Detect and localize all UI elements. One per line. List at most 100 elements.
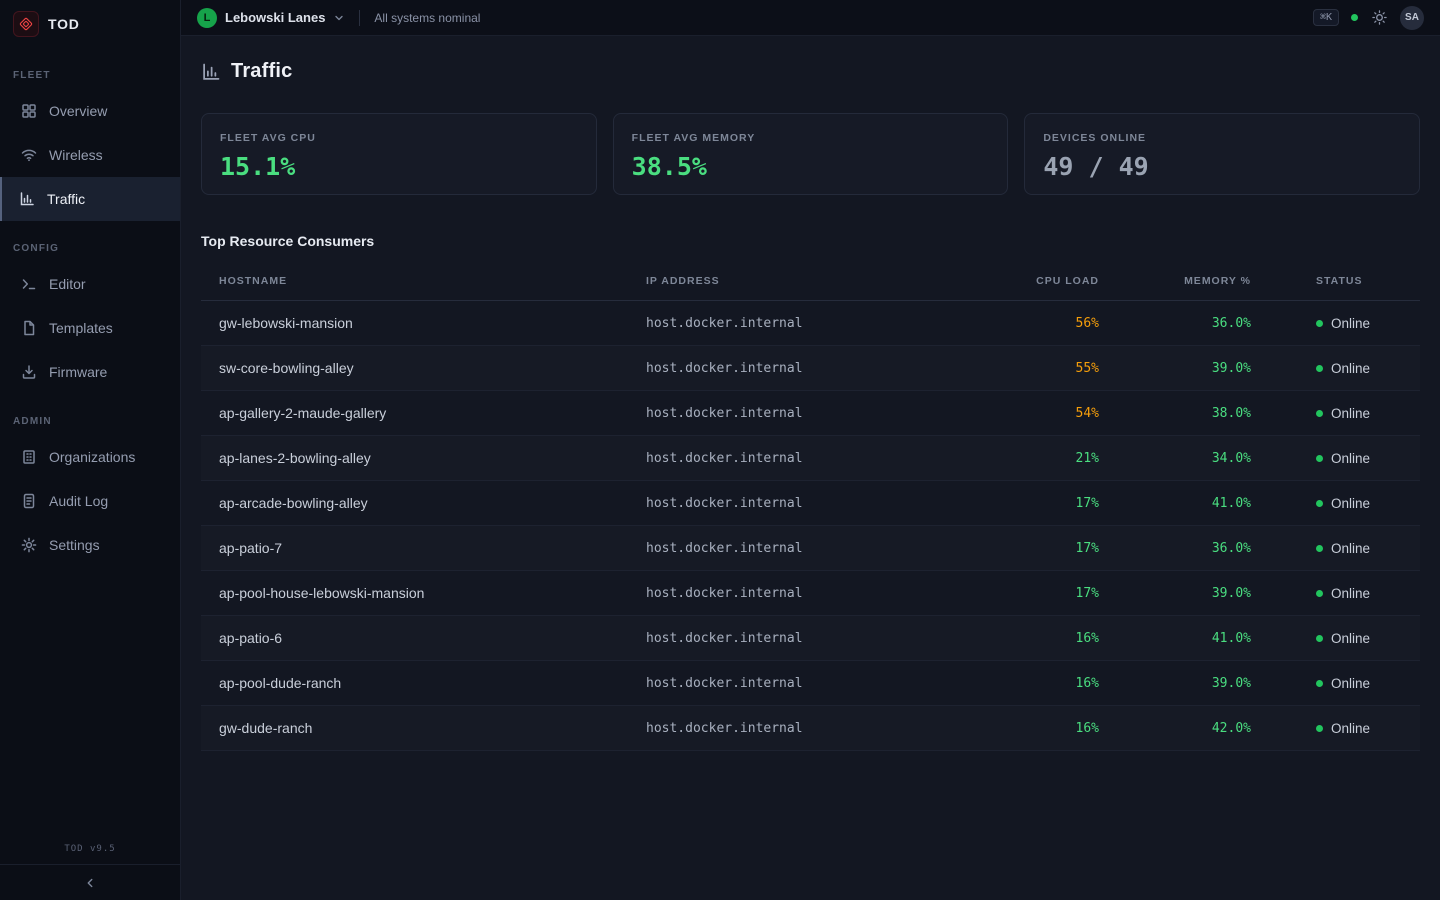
- hostname-cell: ap-gallery-2-maude-gallery: [201, 405, 646, 421]
- table-row[interactable]: ap-gallery-2-maude-gallery host.docker.i…: [201, 391, 1420, 436]
- sidebar-nav: FLEET Overview Wireless: [0, 48, 180, 900]
- status-cell: Online: [1251, 631, 1420, 646]
- memory-cell: 39.0%: [1099, 676, 1251, 691]
- status-cell: Online: [1251, 676, 1420, 691]
- column-header-cpu: CPU LOAD: [959, 275, 1099, 287]
- health-dot: [1351, 14, 1358, 21]
- nav-section-fleet: FLEET: [0, 70, 180, 81]
- hostname-cell: ap-pool-house-lebowski-mansion: [201, 585, 646, 601]
- stat-label: DEVICES ONLINE: [1043, 132, 1401, 144]
- main-area: L Lebowski Lanes All systems nominal ⌘K: [180, 0, 1440, 900]
- app-logo[interactable]: TOD: [0, 0, 180, 48]
- file-icon: [20, 320, 37, 337]
- column-header-hostname: HOSTNAME: [201, 275, 646, 287]
- gear-icon: [20, 537, 37, 554]
- cpu-load-cell: 21%: [959, 451, 1099, 466]
- hostname-cell: gw-lebowski-mansion: [201, 315, 646, 331]
- status-label: Online: [1331, 451, 1370, 466]
- sidebar-item-settings[interactable]: Settings: [0, 523, 180, 567]
- online-dot: [1316, 365, 1323, 372]
- ip-address-cell: host.docker.internal: [646, 451, 959, 466]
- chevron-down-icon: [333, 12, 345, 24]
- table-row[interactable]: ap-patio-7 host.docker.internal 17% 36.0…: [201, 526, 1420, 571]
- resource-table: HOSTNAME IP ADDRESS CPU LOAD MEMORY % ST…: [201, 261, 1420, 751]
- online-dot: [1316, 320, 1323, 327]
- sidebar-item-label: Traffic: [47, 191, 85, 207]
- sidebar-item-label: Organizations: [49, 449, 135, 465]
- ip-address-cell: host.docker.internal: [646, 676, 959, 691]
- top-header: L Lebowski Lanes All systems nominal ⌘K: [181, 0, 1440, 36]
- online-dot: [1316, 545, 1323, 552]
- cpu-load-cell: 16%: [959, 676, 1099, 691]
- online-dot: [1316, 590, 1323, 597]
- status-label: Online: [1331, 721, 1370, 736]
- status-cell: Online: [1251, 721, 1420, 736]
- table-row[interactable]: ap-arcade-bowling-alley host.docker.inte…: [201, 481, 1420, 526]
- table-body: gw-lebowski-mansion host.docker.internal…: [201, 301, 1420, 751]
- ip-address-cell: host.docker.internal: [646, 406, 959, 421]
- cpu-load-cell: 56%: [959, 316, 1099, 331]
- header-divider: [359, 10, 360, 26]
- table-row[interactable]: ap-lanes-2-bowling-alley host.docker.int…: [201, 436, 1420, 481]
- org-switcher[interactable]: L Lebowski Lanes: [197, 8, 345, 28]
- command-palette-shortcut[interactable]: ⌘K: [1313, 9, 1339, 26]
- sidebar-item-overview[interactable]: Overview: [0, 89, 180, 133]
- app-version: TOD v9.5: [0, 844, 180, 854]
- status-cell: Online: [1251, 451, 1420, 466]
- stat-value: 38.5%: [632, 152, 990, 181]
- column-header-ip: IP ADDRESS: [646, 275, 959, 287]
- cpu-load-cell: 17%: [959, 586, 1099, 601]
- sidebar-item-wireless[interactable]: Wireless: [0, 133, 180, 177]
- app-logo-icon: [13, 11, 39, 37]
- system-status-text: All systems nominal: [374, 11, 480, 25]
- sidebar-item-audit-log[interactable]: Audit Log: [0, 479, 180, 523]
- user-avatar[interactable]: SA: [1400, 6, 1424, 30]
- sun-icon: [1372, 10, 1387, 25]
- cpu-load-cell: 16%: [959, 721, 1099, 736]
- table-row[interactable]: ap-pool-house-lebowski-mansion host.dock…: [201, 571, 1420, 616]
- stat-card-cpu: FLEET AVG CPU 15.1%: [201, 113, 597, 195]
- app-name: TOD: [48, 16, 80, 32]
- status-label: Online: [1331, 406, 1370, 421]
- status-cell: Online: [1251, 361, 1420, 376]
- table-row[interactable]: sw-core-bowling-alley host.docker.intern…: [201, 346, 1420, 391]
- page-content: Traffic FLEET AVG CPU 15.1% FLEET AVG ME…: [181, 36, 1440, 900]
- memory-cell: 39.0%: [1099, 361, 1251, 376]
- ip-address-cell: host.docker.internal: [646, 541, 959, 556]
- sidebar-item-traffic[interactable]: Traffic: [0, 177, 180, 221]
- status-cell: Online: [1251, 541, 1420, 556]
- memory-cell: 36.0%: [1099, 316, 1251, 331]
- table-row[interactable]: ap-patio-6 host.docker.internal 16% 41.0…: [201, 616, 1420, 661]
- sidebar-collapse-button[interactable]: [0, 864, 180, 900]
- table-row[interactable]: gw-lebowski-mansion host.docker.internal…: [201, 301, 1420, 346]
- memory-cell: 41.0%: [1099, 631, 1251, 646]
- hostname-cell: ap-patio-6: [201, 630, 646, 646]
- status-label: Online: [1331, 676, 1370, 691]
- table-header: HOSTNAME IP ADDRESS CPU LOAD MEMORY % ST…: [201, 261, 1420, 301]
- sidebar-item-firmware[interactable]: Firmware: [0, 350, 180, 394]
- ip-address-cell: host.docker.internal: [646, 586, 959, 601]
- org-badge: L: [197, 8, 217, 28]
- status-cell: Online: [1251, 316, 1420, 331]
- table-row[interactable]: gw-dude-ranch host.docker.internal 16% 4…: [201, 706, 1420, 751]
- status-cell: Online: [1251, 406, 1420, 421]
- hostname-cell: ap-pool-dude-ranch: [201, 675, 646, 691]
- online-dot: [1316, 680, 1323, 687]
- cpu-load-cell: 55%: [959, 361, 1099, 376]
- stat-label: FLEET AVG CPU: [220, 132, 578, 144]
- online-dot: [1316, 410, 1323, 417]
- ip-address-cell: host.docker.internal: [646, 361, 959, 376]
- page-title: Traffic: [231, 60, 292, 83]
- status-label: Online: [1331, 496, 1370, 511]
- ip-address-cell: host.docker.internal: [646, 721, 959, 736]
- sidebar-item-editor[interactable]: Editor: [0, 262, 180, 306]
- online-dot: [1316, 635, 1323, 642]
- sidebar-item-label: Editor: [49, 276, 86, 292]
- status-label: Online: [1331, 361, 1370, 376]
- sidebar-item-organizations[interactable]: Organizations: [0, 435, 180, 479]
- theme-toggle-button[interactable]: [1370, 9, 1388, 27]
- table-row[interactable]: ap-pool-dude-ranch host.docker.internal …: [201, 661, 1420, 706]
- column-header-memory: MEMORY %: [1099, 275, 1251, 287]
- memory-cell: 41.0%: [1099, 496, 1251, 511]
- sidebar-item-templates[interactable]: Templates: [0, 306, 180, 350]
